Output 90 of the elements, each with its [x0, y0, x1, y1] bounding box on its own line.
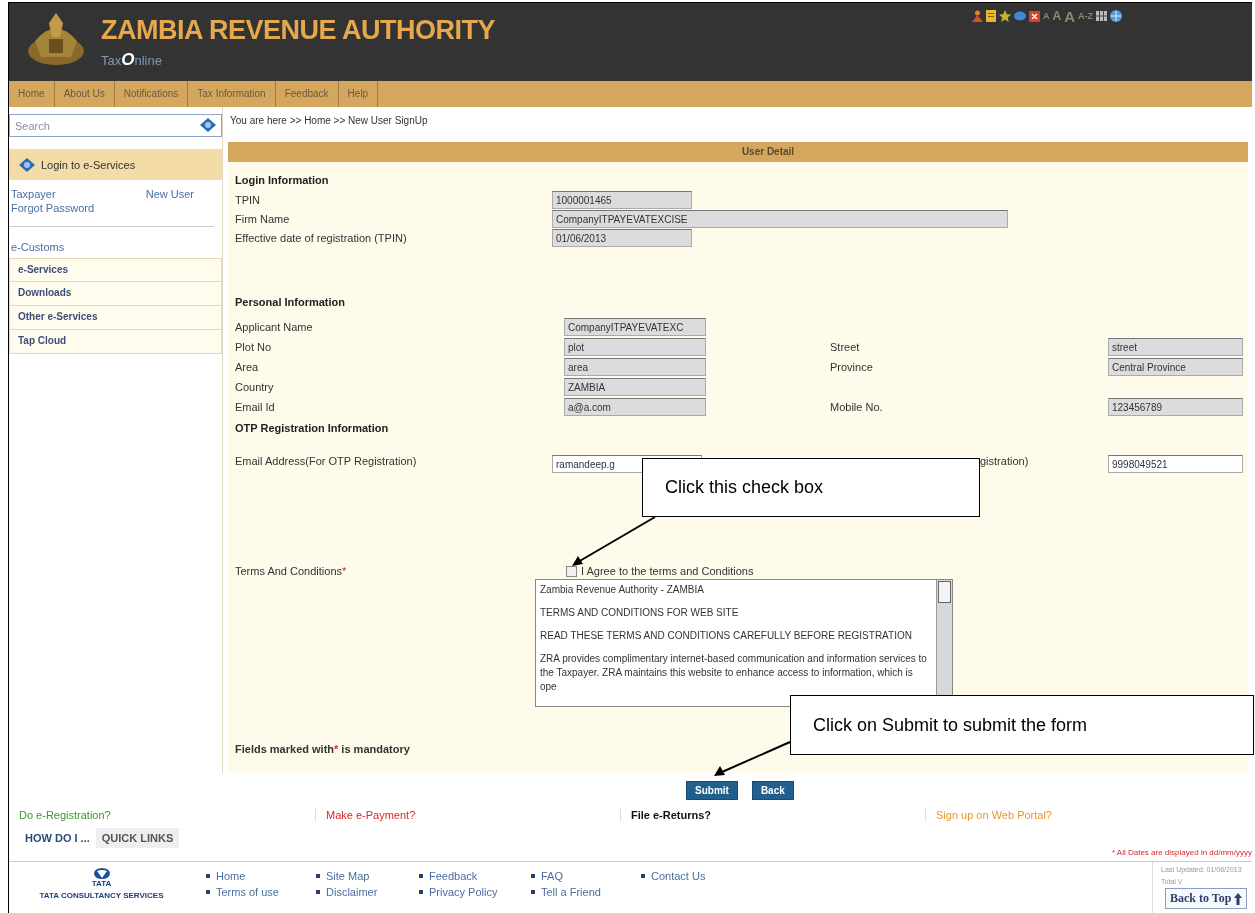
field-label: Firm Name [235, 212, 291, 225]
callout-tooltip: Click on Submit to submit the form [790, 695, 1254, 755]
section-heading: Personal Information [235, 296, 346, 309]
nav-link[interactable]: Tax Information [188, 81, 276, 108]
footer-link[interactable]: Terms of use [216, 886, 279, 899]
field-label: gistration) [980, 455, 1030, 468]
input-field[interactable]: 123456789 [1108, 398, 1243, 417]
footer-link[interactable]: Feedback [429, 870, 478, 883]
field-label: Terms And Conditions* [235, 565, 348, 578]
footer-link[interactable]: Site Map [326, 870, 370, 883]
footer-link[interactable]: Home [216, 870, 246, 883]
search-icon [200, 118, 216, 133]
field-label: Effective date of registration (TPIN) [235, 231, 408, 244]
sidebar-link[interactable]: e-Customs [11, 241, 65, 254]
site-title: ZAMBIA REVENUE AUTHORITY [101, 14, 495, 46]
input-field[interactable]: Central Province [1108, 358, 1243, 377]
input-field[interactable]: 01/06/2013 [552, 228, 692, 247]
nav-link[interactable]: About Us [54, 81, 115, 108]
quick-link[interactable]: Make e-Payment? [326, 808, 416, 821]
back-to-top-button[interactable]: Back to Top [1165, 888, 1248, 910]
field-label: Applicant Name [235, 321, 314, 334]
close-icon[interactable] [1029, 10, 1040, 22]
input-field[interactable]: CompanyITPAYEVATEXCISE [552, 209, 1008, 228]
field-label: Area [235, 361, 260, 374]
section-heading: OTP Registration Information [235, 422, 389, 435]
company-name: TATA CONSULTANCY SERVICES [39, 891, 164, 901]
scroll-thumb[interactable] [938, 581, 951, 604]
mandatory-note: Fields marked with* is mandatory [235, 743, 410, 756]
input-field[interactable]: plot [564, 338, 706, 357]
input-field[interactable]: CompanyITPAYEVATEXC [564, 318, 706, 337]
input-field[interactable]: 1000001465 [552, 190, 692, 209]
login-link[interactable]: Taxpayer [11, 188, 56, 201]
sidebar-item[interactable]: Downloads [9, 282, 222, 307]
sidebar-item[interactable]: Tap Cloud [9, 330, 222, 355]
field-label: Mobile No. [830, 401, 884, 414]
nav-link[interactable]: Home [9, 81, 55, 108]
tab[interactable]: QUICK LINKS [95, 827, 180, 848]
section-heading: Login Information [235, 174, 329, 187]
input-field[interactable]: 9998049521 [1108, 455, 1243, 474]
panel-title-bar: User Detail [228, 142, 1248, 163]
input-field[interactable]: a@a.com [564, 398, 706, 417]
breadcrumb: You are here >> Home >> New User SignUp [230, 115, 428, 127]
search-field[interactable]: Search [9, 114, 222, 138]
footer-link[interactable]: FAQ [541, 870, 563, 883]
login-heading: Login to e-Services [41, 158, 136, 171]
footer-link[interactable]: Disclaimer [326, 886, 378, 899]
input-field[interactable]: area [564, 358, 706, 377]
person-icon[interactable] [972, 10, 983, 22]
chat-icon[interactable] [1014, 10, 1026, 22]
checkbox-label: I Agree to the terms and Conditions [581, 565, 754, 578]
text-size-link[interactable]: A-Z [1078, 11, 1093, 21]
nav-link[interactable]: Notifications [114, 81, 189, 108]
footer-link[interactable]: Tell a Friend [541, 886, 601, 899]
sidebar-item[interactable]: Other e-Services [9, 306, 222, 331]
note-icon[interactable] [986, 10, 996, 22]
terms-text-box[interactable]: Zambia Revenue Authority - ZAMBIA TERMS AND CONDITIONS FOR WEB SITE READ THESE TERMS AND CONDITIONS CAREFULLY BEFORE REGISTRATION ZRA provides complimentary internet-based communication and information services to the Taxpayer. ZRA maintains this website to enhance access to information, which is ope [535, 579, 953, 708]
text-size-link[interactable]: A [1043, 11, 1050, 21]
text-size-link[interactable]: A [1064, 7, 1075, 25]
field-label: Country [235, 381, 275, 394]
footer-link[interactable]: Privacy Policy [429, 886, 498, 899]
quick-link[interactable]: Do e-Registration? [19, 808, 111, 821]
callout-tooltip: Click this check box [642, 458, 980, 517]
back-button[interactable]: Back [751, 780, 794, 800]
login-link[interactable]: New User [145, 188, 194, 201]
star-icon[interactable] [999, 10, 1011, 22]
field-label: Email Address(For OTP Registration) [235, 455, 418, 468]
nav-link[interactable]: Feedback [275, 81, 339, 108]
input-field[interactable]: street [1108, 338, 1243, 357]
up-arrow-icon [1234, 892, 1243, 905]
sidebar-item[interactable]: e-Services [9, 258, 222, 283]
diamond-icon [19, 157, 35, 172]
field-label: TPIN [235, 193, 262, 206]
field-label: Province [830, 361, 874, 374]
field-label: Plot No [235, 341, 273, 354]
site-subtitle: TaxOnline [101, 49, 163, 70]
agree-checkbox[interactable] [566, 566, 577, 578]
submit-button[interactable]: Submit [686, 780, 738, 800]
field-label: Street [830, 341, 861, 354]
globe-icon[interactable] [1110, 10, 1122, 22]
quick-link[interactable]: File e-Returns? [631, 808, 712, 821]
footer-link[interactable]: Contact Us [651, 870, 706, 883]
text-size-link[interactable]: A [1052, 9, 1062, 23]
forgot-password-link[interactable]: Forgot Password [11, 202, 95, 215]
nav-link[interactable]: Help [338, 81, 379, 108]
tata-logo-icon [93, 868, 110, 880]
grid-icon[interactable] [1096, 11, 1107, 21]
field-label: Email Id [235, 401, 276, 414]
date-format-note: * All Dates are displayed in dd/mm/yyyy [1111, 848, 1252, 858]
input-field[interactable]: ZAMBIA [564, 378, 706, 397]
logo-word: TATA [91, 879, 112, 889]
